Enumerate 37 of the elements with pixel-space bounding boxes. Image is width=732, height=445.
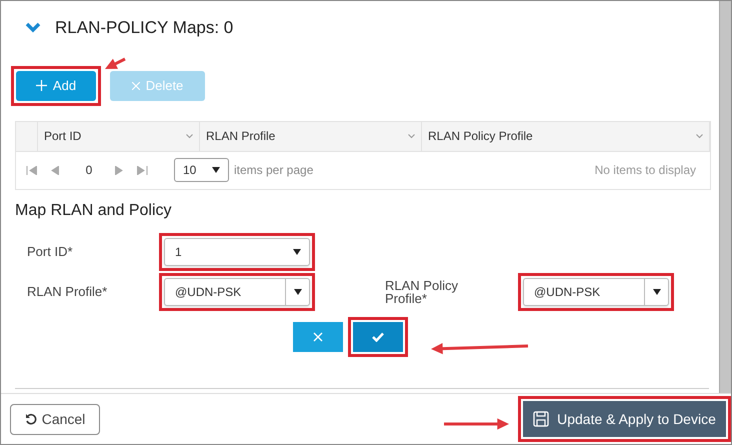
scrollbar[interactable] <box>719 1 731 393</box>
previous-page-icon[interactable] <box>51 166 59 174</box>
empty-message: No items to display <box>594 162 696 179</box>
chevron-down-icon[interactable] <box>186 134 193 138</box>
select-field[interactable]: @UDN-PSK <box>164 278 310 306</box>
apply-button[interactable]: Update & Apply to Device <box>523 401 726 437</box>
close-icon <box>132 82 140 90</box>
caret-icon <box>652 288 660 294</box>
column-header[interactable]: RLAN Policy Profile <box>422 122 710 150</box>
column-header[interactable]: Port ID <box>38 122 200 150</box>
page-number: 0 <box>84 162 94 179</box>
field-label: RLAN Policy Profile* <box>385 278 459 304</box>
select-field[interactable]: 1 <box>164 238 310 266</box>
cancel-button[interactable]: Cancel <box>10 404 100 434</box>
last-page-icon[interactable] <box>137 166 148 174</box>
chevron-icon[interactable] <box>25 22 41 34</box>
chevron-down-icon[interactable] <box>696 134 703 138</box>
save-icon <box>533 411 550 427</box>
page-size-label: items per page <box>234 162 314 179</box>
cancel-button[interactable] <box>293 322 343 352</box>
form-title: Map RLAN and Policy <box>15 200 173 220</box>
section-title: RLAN-POLICY Maps: 0 <box>55 17 234 39</box>
page-size-select[interactable]: 10 <box>174 158 229 182</box>
first-page-icon[interactable] <box>26 166 37 174</box>
close-icon <box>313 332 323 342</box>
undo-icon <box>24 413 37 425</box>
plus-icon <box>36 80 47 91</box>
caret-icon <box>294 288 302 294</box>
caret-icon <box>293 248 301 254</box>
field-label: Port ID* <box>26 242 74 261</box>
select-field[interactable]: @UDN-PSK <box>523 278 669 306</box>
caret-icon <box>212 167 220 173</box>
chevron-down-icon[interactable] <box>408 134 415 138</box>
check-icon <box>372 332 384 342</box>
field-label: RLAN Profile* <box>26 282 108 301</box>
column-header[interactable]: RLAN Profile <box>200 122 422 150</box>
next-page-icon[interactable] <box>115 166 123 174</box>
